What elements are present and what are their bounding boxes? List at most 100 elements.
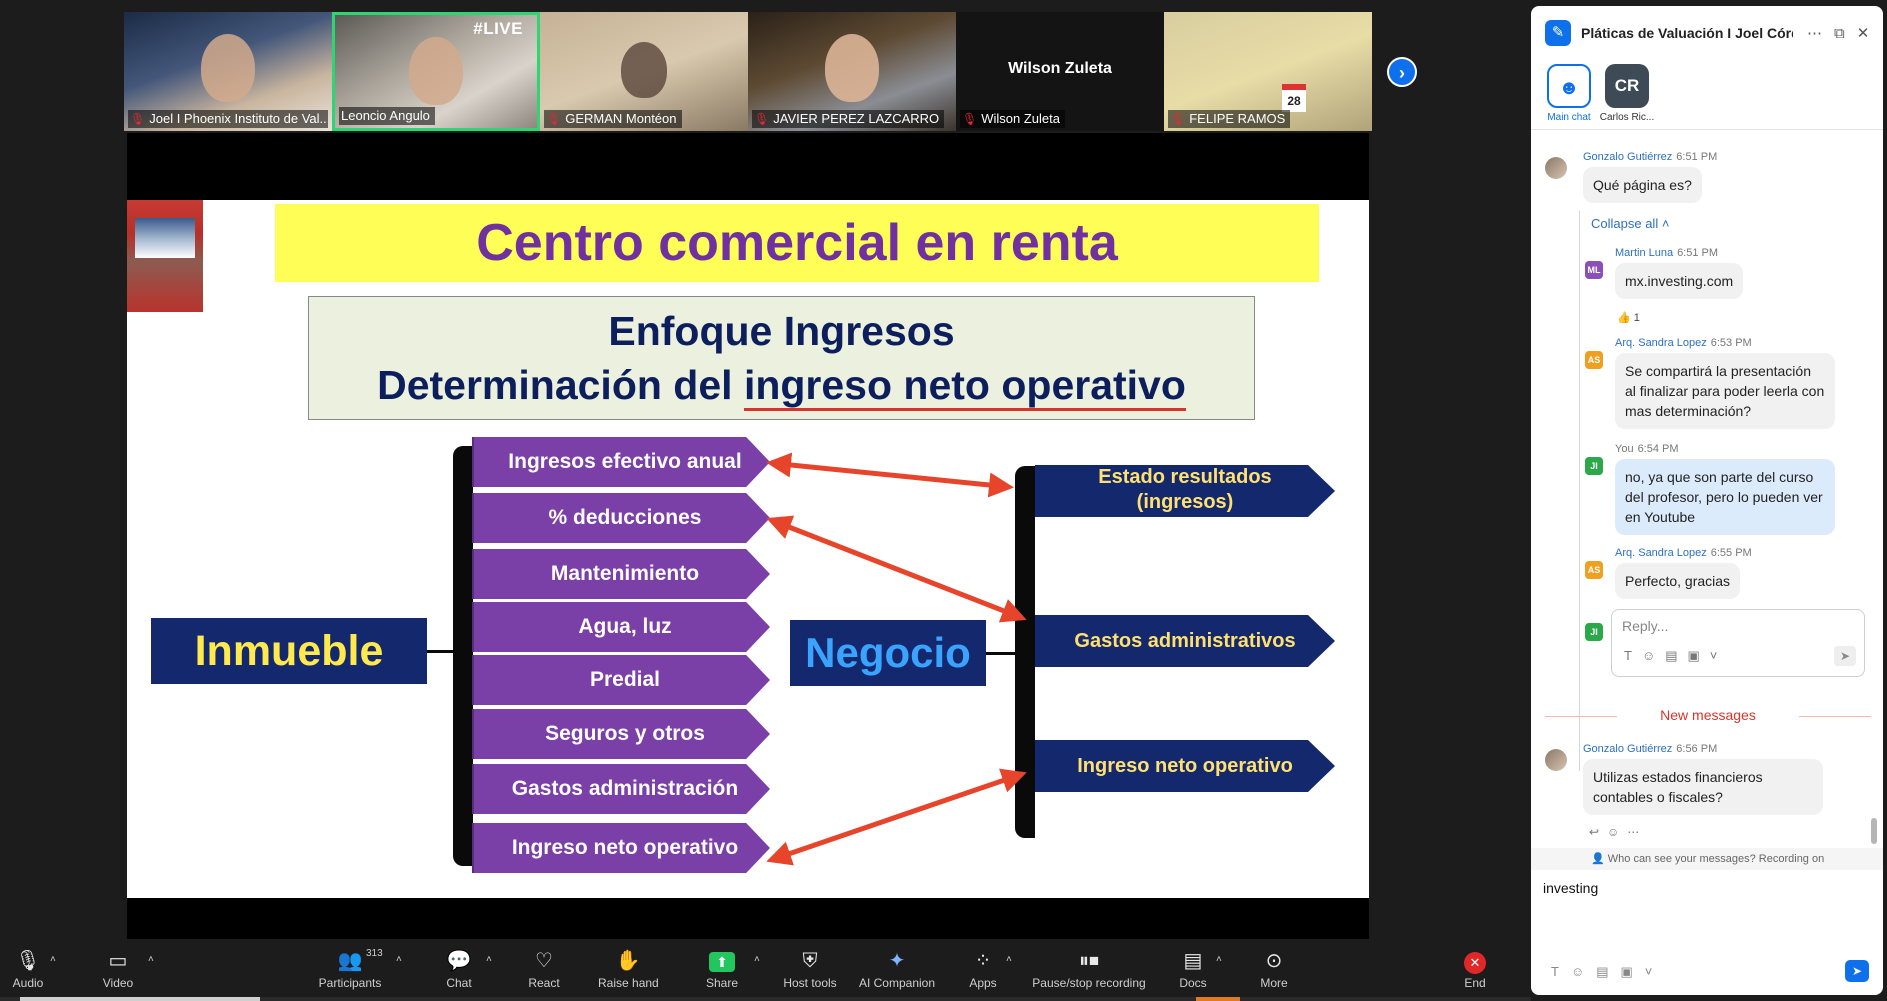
video-tile-active-speaker[interactable]: #LIVE Leoncio Angulo [332, 12, 540, 131]
message-bubble: Se compartirá la presentación al finaliz… [1615, 353, 1835, 429]
message-sender: Arq. Sandra Lopez 6:55 PM [1615, 547, 1752, 559]
message-sender: Arq. Sandra Lopez 6:53 PM [1615, 337, 1835, 349]
chat-button[interactable]: 💬 Chat [444, 948, 474, 990]
audio-button[interactable]: 🎙 Audio [8, 948, 48, 990]
chat-message-own: JI You 6:54 PM no, ya que son parte del c… [1585, 443, 1835, 535]
end-meeting-button[interactable]: ✕ End [1460, 948, 1490, 990]
message-time: 6:55 PM [1710, 547, 1752, 559]
participant-name-tag: 🎙 JAVIER PEREZ LAZCARRO [752, 110, 945, 128]
mic-muted-icon: 🎙 [962, 112, 978, 126]
chat-message: Gonzalo Gutiérrez 6:51 PM Qué página es? [1545, 151, 1717, 203]
docs-icon: ▤ [1183, 950, 1203, 972]
message-sender: Martin Luna 6:51 PM [1615, 247, 1743, 259]
toolbar-label: Share [705, 976, 739, 990]
avatar: JI [1585, 623, 1603, 641]
chevron-up-icon: ˄ [148, 954, 154, 965]
participant-name-tag: 🎙 FELIPE RAMOS [1168, 110, 1291, 128]
sender-name[interactable]: Gonzalo Gutiérrez [1583, 743, 1672, 755]
video-tile[interactable]: 🎙 JAVIER PEREZ LAZCARRO [748, 12, 956, 131]
participant-name: GERMAN Montéon [565, 111, 677, 126]
docs-button[interactable]: ▤ Docs [1178, 948, 1208, 990]
mic-muted-icon: 🎙 [754, 112, 770, 126]
chat-header: ✎ Pláticas de Valuación I Joel Córd... ⋯… [1531, 6, 1883, 60]
input-format-tools[interactable]: T☺▤▣˅ [1551, 964, 1664, 980]
react-button[interactable]: ♡ React [526, 948, 562, 990]
chat-message-input[interactable] [1543, 880, 1843, 896]
chevron-right-icon[interactable]: › [1387, 57, 1417, 87]
heart-icon: ♡ [535, 950, 553, 972]
tab-main-chat[interactable]: ☻ Main chat [1539, 64, 1599, 123]
participant-count: 313 [366, 948, 383, 959]
sender-name[interactable]: Gonzalo Gutiérrez [1583, 151, 1672, 163]
toolbar-label: Chat [446, 976, 472, 990]
video-tile[interactable]: 🎙 Joel I Phoenix Instituto de Val... [124, 12, 332, 131]
video-tile[interactable]: 🎙 GERMAN Montéon [540, 12, 748, 131]
video-tile-video-off[interactable]: Wilson Zuleta 🎙 Wilson Zuleta [956, 12, 1164, 131]
message-sender: Gonzalo Gutiérrez 6:56 PM [1583, 743, 1823, 755]
message-sender: Gonzalo Gutiérrez 6:51 PM [1583, 151, 1717, 163]
message-time: 6:51 PM [1676, 151, 1718, 163]
video-off-name: Wilson Zuleta [1008, 60, 1112, 77]
thread-reply-box[interactable]: Reply... T☺▤▣˅ ➤ [1611, 609, 1865, 677]
arrow-income-to-results [766, 452, 1014, 498]
participant-name: Wilson Zuleta [981, 111, 1060, 126]
pause-stop-recording-button[interactable]: ⏸⏹ Pause/stop recording [1030, 948, 1148, 990]
chevron-up-icon: ˄ [1006, 954, 1012, 965]
video-button[interactable]: ▭ Video [98, 948, 138, 990]
apps-button[interactable]: ⁘ Apps [968, 948, 998, 990]
send-button[interactable]: ➤ [1845, 960, 1869, 982]
taskbar-indicator [0, 997, 1531, 1001]
message-bubble: mx.investing.com [1615, 263, 1744, 299]
toolbar-label: Host tools [783, 976, 837, 990]
participant-video [201, 34, 255, 102]
compose-icon[interactable]: ✎ [1545, 20, 1571, 46]
send-icon[interactable]: ➤ [1834, 646, 1856, 666]
message-actions[interactable]: ↩☺⋯ [1589, 825, 1647, 839]
chevron-up-icon: ˄ [1216, 954, 1222, 965]
raise-hand-button[interactable]: ✋ Raise hand [598, 948, 659, 990]
chat-scrollbar[interactable] [1871, 818, 1877, 844]
avatar [1545, 157, 1567, 179]
pop-out-icon[interactable]: ⧉ [1834, 25, 1845, 42]
sender-name[interactable]: Martin Luna [1615, 247, 1673, 259]
collapse-all-link[interactable]: Collapse all ˄ [1591, 216, 1669, 231]
message-bubble: Perfecto, gracias [1615, 563, 1741, 599]
ai-companion-button[interactable]: ✦ AI Companion [858, 948, 936, 990]
chevron-up-icon: ˄ [50, 954, 56, 965]
live-overlay-text: #LIVE [473, 19, 523, 38]
reply-format-tools[interactable]: T☺▤▣˅ [1624, 648, 1727, 664]
participants-button[interactable]: 👥 313 Participants [318, 948, 383, 990]
chevron-up-icon: ˄ [396, 954, 402, 965]
privacy-text: Who can see your messages? Recording on [1607, 853, 1825, 865]
share-button[interactable]: ⬆ Share [704, 948, 740, 990]
close-icon[interactable]: ✕ [1857, 24, 1870, 42]
more-options-icon[interactable]: ⋯ [1807, 24, 1822, 42]
mic-muted-icon: 🎙 [130, 112, 146, 126]
people-icon: 👤 [1591, 853, 1608, 865]
sparkle-icon: ✦ [888, 950, 906, 972]
video-tile[interactable]: 28 🎙 FELIPE RAMOS [1164, 12, 1372, 131]
sender-name[interactable]: Arq. Sandra Lopez [1615, 337, 1707, 349]
avatar: AS [1585, 351, 1603, 369]
chat-message: Gonzalo Gutiérrez 6:56 PM Utilizas estado… [1545, 743, 1823, 815]
message-bubble: no, ya que son parte del curso del profe… [1615, 459, 1835, 535]
privacy-notice[interactable]: 👤 Who can see your messages? Recording o… [1531, 848, 1883, 870]
avatar: ML [1585, 261, 1603, 279]
record-pause-icon: ⏸⏹ [1079, 950, 1099, 972]
toolbar-label: AI Companion [858, 976, 936, 990]
chat-message: AS Arq. Sandra Lopez 6:55 PM Perfecto, gr… [1585, 547, 1752, 599]
toolbar-label: End [1464, 976, 1486, 990]
toolbar-label: Apps [969, 976, 997, 990]
host-tools-button[interactable]: ⛨ Host tools [782, 948, 838, 990]
more-button[interactable]: ⊙ More [1258, 948, 1290, 990]
tab-label: Main chat [1547, 112, 1591, 123]
camera-icon: ▭ [108, 950, 128, 972]
sender-name[interactable]: Arq. Sandra Lopez [1615, 547, 1707, 559]
participant-video-strip: 🎙 Joel I Phoenix Instituto de Val... #LIV… [124, 12, 1372, 131]
tab-direct-chat[interactable]: CR Carlos Ric... [1597, 64, 1657, 123]
chat-tabs: ☻ Main chat CR Carlos Ric... [1531, 60, 1883, 130]
reaction-badge[interactable]: 👍 1 [1617, 311, 1640, 324]
message-sender: You 6:54 PM [1615, 443, 1835, 455]
thread-line [1579, 211, 1580, 771]
reply-placeholder: Reply... [1622, 618, 1669, 634]
